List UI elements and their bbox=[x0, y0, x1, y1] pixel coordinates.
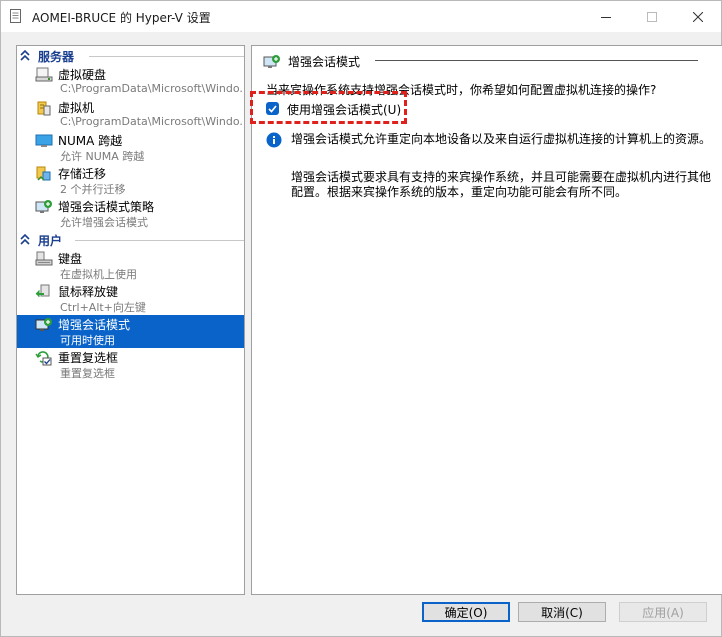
question-text: 当来宾操作系统支持增强会话模式时，你希望如何配置虚拟机连接的操作? bbox=[266, 83, 657, 97]
collapse-chevron-icon bbox=[20, 234, 30, 245]
storage-migration-icon bbox=[36, 166, 51, 181]
reset-checkbox-icon bbox=[35, 351, 52, 366]
divider bbox=[75, 240, 244, 241]
close-button[interactable] bbox=[675, 1, 721, 32]
info-icon bbox=[266, 132, 282, 148]
nav-item-value: 2 个并行迁移 bbox=[60, 183, 126, 196]
nav-item-label: 增强会话模式策略 bbox=[58, 200, 155, 214]
section-label: 服务器 bbox=[38, 50, 75, 64]
enhanced-session-icon bbox=[263, 55, 280, 68]
nav-item-value: 在虚拟机上使用 bbox=[60, 268, 137, 281]
nav-item-label: 存储迁移 bbox=[58, 167, 107, 181]
section-header-server[interactable]: 服务器 bbox=[17, 48, 244, 64]
settings-nav-panel: 服务器 虚拟硬盘 C:\ProgramData\Microsoft\Windo.… bbox=[16, 45, 245, 595]
nav-item-virtual-disk[interactable]: 虚拟硬盘 C:\ProgramData\Microsoft\Windo... bbox=[17, 65, 244, 98]
section-label: 用户 bbox=[38, 234, 63, 248]
info-text-redirection: 增强会话模式允许重定向本地设备以及来自运行虚拟机连接的计算机上的资源。 bbox=[291, 132, 712, 146]
enhanced-session-policy-icon bbox=[35, 200, 52, 213]
nav-item-value: 可用时使用 bbox=[60, 334, 115, 347]
nav-item-numa-spanning[interactable]: NUMA 跨越 允许 NUMA 跨越 bbox=[17, 131, 244, 164]
window-title: AOMEI-BRUCE 的 Hyper-V 设置 bbox=[32, 11, 211, 25]
nav-item-label: 虚拟机 bbox=[58, 101, 95, 115]
divider bbox=[375, 60, 698, 61]
page-title: 增强会话模式 bbox=[288, 55, 361, 69]
section-header-user[interactable]: 用户 bbox=[17, 232, 244, 248]
nav-item-label: NUMA 跨越 bbox=[58, 134, 123, 148]
nav-item-reset-checkboxes[interactable]: 重置复选框 重置复选框 bbox=[17, 348, 244, 381]
nav-item-mouse-release-key[interactable]: 鼠标释放键 Ctrl+Alt+向左键 bbox=[17, 282, 244, 315]
keyboard-icon bbox=[35, 251, 53, 266]
divider bbox=[89, 56, 244, 57]
nav-item-value: C:\ProgramData\Microsoft\Windo... bbox=[60, 115, 245, 128]
nav-item-value: 允许 NUMA 跨越 bbox=[60, 150, 145, 163]
maximize-icon bbox=[647, 11, 657, 22]
hyperv-settings-window: AOMEI-BRUCE 的 Hyper-V 设置 服务器 虚拟硬盘 C:\Pro… bbox=[0, 0, 722, 637]
maximize-button[interactable] bbox=[629, 1, 675, 32]
nav-item-label: 重置复选框 bbox=[58, 351, 119, 365]
apply-button[interactable]: 应用(A) bbox=[619, 602, 707, 622]
minimize-icon bbox=[601, 16, 611, 18]
ok-button[interactable]: 确定(O) bbox=[422, 602, 510, 622]
nav-item-value: C:\ProgramData\Microsoft\Windo... bbox=[60, 82, 245, 95]
minimize-button[interactable] bbox=[583, 1, 629, 32]
collapse-chevron-icon bbox=[20, 50, 30, 61]
virtual-disk-icon bbox=[35, 67, 53, 82]
nav-item-enhanced-session-policy[interactable]: 增强会话模式策略 允许增强会话模式 bbox=[17, 197, 244, 230]
nav-item-label: 增强会话模式 bbox=[58, 318, 131, 332]
settings-document-icon bbox=[10, 9, 21, 23]
mouse-release-icon bbox=[35, 284, 50, 297]
title-bar: AOMEI-BRUCE 的 Hyper-V 设置 bbox=[1, 1, 721, 32]
info-text-requirements: 增强会话模式要求具有支持的来宾操作系统，并且可能需要在虚拟机内进行其他配置。根据… bbox=[291, 170, 712, 199]
nav-item-virtual-machine[interactable]: 虚拟机 C:\ProgramData\Microsoft\Windo... bbox=[17, 98, 244, 131]
nav-item-value: Ctrl+Alt+向左键 bbox=[60, 301, 146, 314]
checkbox-label[interactable]: 使用增强会话模式(U) bbox=[287, 101, 401, 118]
nav-item-label: 键盘 bbox=[58, 252, 83, 266]
nav-item-enhanced-session[interactable]: 增强会话模式 可用时使用 bbox=[17, 315, 244, 348]
nav-item-label: 虚拟硬盘 bbox=[58, 68, 107, 82]
nav-item-label: 鼠标释放键 bbox=[58, 285, 119, 299]
virtual-machine-icon bbox=[37, 101, 51, 116]
close-icon bbox=[693, 11, 703, 22]
numa-monitor-icon bbox=[35, 134, 53, 147]
cancel-button[interactable]: 取消(C) bbox=[518, 602, 606, 622]
checkbox-checked-icon[interactable] bbox=[266, 102, 279, 115]
settings-content-panel: 增强会话模式 当来宾操作系统支持增强会话模式时，你希望如何配置虚拟机连接的操作?… bbox=[251, 45, 722, 595]
nav-item-value: 重置复选框 bbox=[60, 367, 115, 380]
nav-item-value: 允许增强会话模式 bbox=[60, 216, 148, 229]
nav-item-keyboard[interactable]: 键盘 在虚拟机上使用 bbox=[17, 249, 244, 282]
nav-item-storage-migration[interactable]: 存储迁移 2 个并行迁移 bbox=[17, 164, 244, 197]
enhanced-session-icon bbox=[35, 318, 52, 331]
